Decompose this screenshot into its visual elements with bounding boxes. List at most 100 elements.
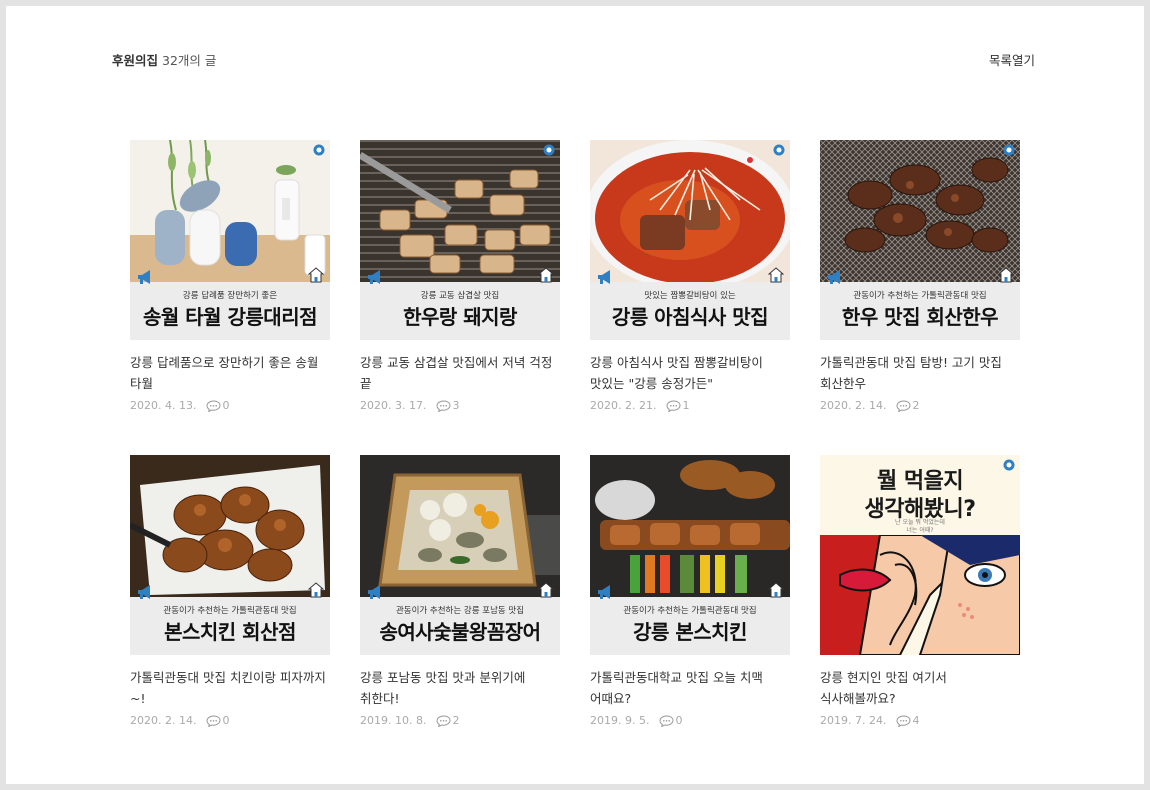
school-icon bbox=[768, 582, 784, 598]
megaphone-icon bbox=[138, 270, 150, 284]
comment-icon bbox=[206, 714, 221, 727]
banner-title: 송여사숯불왕꼼장어 bbox=[379, 620, 541, 644]
post-meta: 2019. 9. 5. 0 bbox=[590, 714, 790, 727]
comment-icon bbox=[436, 399, 451, 412]
school-icon bbox=[308, 267, 324, 283]
post-meta: 2020. 2. 21. 1 bbox=[590, 399, 790, 412]
poster-caption: 난 오늘 뭐 먹었는데 너는 어때? bbox=[820, 519, 1020, 535]
badge-icon bbox=[1003, 459, 1015, 471]
spicy-soup-photo bbox=[590, 140, 790, 282]
comment-count[interactable]: 2 bbox=[436, 714, 459, 727]
post-meta: 2020. 4. 13. 0 bbox=[130, 399, 330, 412]
pop-art-face-illustration bbox=[820, 535, 1020, 655]
comment-icon bbox=[896, 714, 911, 727]
megaphone-icon bbox=[598, 270, 610, 284]
post-title[interactable]: 강릉 현지인 맛집 여기서 식사해볼까요? bbox=[820, 667, 1020, 709]
post-date: 2020. 2. 14. bbox=[130, 714, 197, 727]
banner-title: 한우랑 돼지랑 bbox=[403, 305, 517, 329]
poster-caption-line-2: 너는 어때? bbox=[906, 527, 934, 534]
banner-subtitle: 맛있는 짬뽕갈비탕이 있는 bbox=[644, 291, 736, 301]
comment-count[interactable]: 1 bbox=[666, 399, 689, 412]
comment-icon bbox=[659, 714, 674, 727]
comment-count[interactable]: 2 bbox=[896, 399, 919, 412]
post-thumbnail[interactable]: 관동이가 추천하는 가톨릭관동대 맛집 강릉 본스치킨 bbox=[590, 455, 790, 655]
banner-subtitle: 관동이가 추천하는 강릉 포남동 맛집 bbox=[395, 606, 525, 616]
post-thumbnail[interactable]: 관동이가 추천하는 가톨릭관동대 맛집 한우 맛집 회산한우 bbox=[820, 140, 1020, 340]
post-card: 맛있는 짬뽕갈비탕이 있는 강릉 아침식사 맛집 강릉 아침식사 맛집 짬뽕갈비… bbox=[590, 140, 790, 412]
banner-subtitle: 강릉 답례품 장만하기 좋은 bbox=[182, 291, 278, 301]
school-icon bbox=[538, 582, 554, 598]
category-header: 후원의집 32개의 글 bbox=[112, 50, 216, 69]
banner-title: 강릉 아침식사 맛집 bbox=[611, 305, 769, 329]
badge-icon bbox=[773, 144, 785, 156]
comment-count[interactable]: 4 bbox=[896, 714, 919, 727]
post-meta: 2020. 2. 14. 0 bbox=[130, 714, 330, 727]
poster-caption-line-1: 난 오늘 뭐 먹었는데 bbox=[895, 519, 945, 526]
school-icon bbox=[538, 267, 554, 283]
list-toggle-button[interactable]: 목록열기 bbox=[989, 50, 1035, 69]
comment-count-value: 4 bbox=[912, 714, 920, 727]
comment-count[interactable]: 0 bbox=[659, 714, 682, 727]
post-card: 관동이가 추천하는 가톨릭관동대 맛집 한우 맛집 회산한우 가톨릭관동대 맛집… bbox=[820, 140, 1020, 412]
comment-count[interactable]: 0 bbox=[206, 714, 229, 727]
post-card: 뭘 먹을지 생각해봤니? 난 오늘 뭐 먹었는데 너는 어때? 강릉 현지인 맛… bbox=[820, 455, 1020, 727]
badge-icon bbox=[543, 144, 555, 156]
post-date: 2020. 2. 21. bbox=[590, 399, 657, 412]
post-card: 강릉 답례품 장만하기 좋은 송월 타월 강릉대리점 강릉 답례품으로 장만하기… bbox=[130, 140, 330, 412]
towels-photo bbox=[130, 140, 330, 282]
chicken-platter-photo bbox=[590, 455, 790, 597]
comment-count-value: 0 bbox=[222, 714, 230, 727]
post-card: 관동이가 추천하는 강릉 포남동 맛집 송여사숯불왕꼼장어 강릉 포남동 맛집 … bbox=[360, 455, 560, 727]
grilled-pork-photo bbox=[360, 140, 560, 282]
post-title[interactable]: 강릉 답례품으로 장만하기 좋은 송월 타월 bbox=[130, 352, 330, 394]
comment-count-value: 2 bbox=[452, 714, 460, 727]
post-date: 2020. 4. 13. bbox=[130, 399, 197, 412]
post-meta: 2019. 7. 24. 4 bbox=[820, 714, 1020, 727]
comment-count-value: 0 bbox=[675, 714, 683, 727]
post-title[interactable]: 가톨릭관동대학교 맛집 오늘 치맥 어때요? bbox=[590, 667, 790, 709]
post-meta: 2020. 3. 17. 3 bbox=[360, 399, 560, 412]
post-thumbnail[interactable]: 맛있는 짬뽕갈비탕이 있는 강릉 아침식사 맛집 bbox=[590, 140, 790, 340]
post-thumbnail[interactable]: 관동이가 추천하는 가톨릭관동대 맛집 본스치킨 회산점 bbox=[130, 455, 330, 655]
post-thumbnail[interactable]: 뭘 먹을지 생각해봤니? 난 오늘 뭐 먹었는데 너는 어때? bbox=[820, 455, 1020, 655]
comment-icon bbox=[436, 714, 451, 727]
banner-subtitle: 관동이가 추천하는 가톨릭관동대 맛집 bbox=[163, 606, 297, 616]
post-date: 2019. 10. 8. bbox=[360, 714, 427, 727]
post-date: 2019. 9. 5. bbox=[590, 714, 650, 727]
comment-count-value: 0 bbox=[222, 399, 230, 412]
school-icon bbox=[998, 267, 1014, 283]
badge-icon bbox=[1003, 144, 1015, 156]
post-title[interactable]: 가톨릭관동대 맛집 치킨이랑 피자까지~! bbox=[130, 667, 330, 709]
post-card: 관동이가 추천하는 가톨릭관동대 맛집 강릉 본스치킨 가톨릭관동대학교 맛집 … bbox=[590, 455, 790, 727]
post-card: 관동이가 추천하는 가톨릭관동대 맛집 본스치킨 회산점 가톨릭관동대 맛집 치… bbox=[130, 455, 330, 727]
banner-title: 강릉 본스치킨 bbox=[633, 620, 747, 644]
post-title[interactable]: 강릉 포남동 맛집 맛과 분위기에 취한다! bbox=[360, 667, 560, 709]
megaphone-icon bbox=[598, 585, 610, 599]
megaphone-icon bbox=[138, 585, 150, 599]
post-title[interactable]: 강릉 교동 삼겹살 맛집에서 저녁 걱정 끝 bbox=[360, 352, 560, 394]
comment-count-value: 1 bbox=[682, 399, 690, 412]
comment-count[interactable]: 3 bbox=[436, 399, 459, 412]
post-meta: 2019. 10. 8. 2 bbox=[360, 714, 560, 727]
post-thumbnail[interactable]: 강릉 답례품 장만하기 좋은 송월 타월 강릉대리점 bbox=[130, 140, 330, 340]
comment-count-value: 2 bbox=[912, 399, 920, 412]
post-thumbnail[interactable]: 강릉 교동 삼겹살 맛집 한우랑 돼지랑 bbox=[360, 140, 560, 340]
post-card: 강릉 교동 삼겹살 맛집 한우랑 돼지랑 강릉 교동 삼겹살 맛집에서 저녁 걱… bbox=[360, 140, 560, 412]
comment-icon bbox=[206, 399, 221, 412]
post-title[interactable]: 강릉 아침식사 맛집 짬뽕갈비탕이 맛있는 "강릉 송정가든" bbox=[590, 352, 790, 394]
post-title[interactable]: 가톨릭관동대 맛집 탐방! 고기 맛집 회산한우 bbox=[820, 352, 1020, 394]
badge-icon bbox=[313, 144, 325, 156]
post-thumbnail[interactable]: 관동이가 추천하는 강릉 포남동 맛집 송여사숯불왕꼼장어 bbox=[360, 455, 560, 655]
category-name[interactable]: 후원의집 bbox=[112, 53, 158, 68]
banner-title: 한우 맛집 회산한우 bbox=[841, 305, 999, 329]
megaphone-icon bbox=[368, 270, 380, 284]
post-date: 2020. 2. 14. bbox=[820, 399, 887, 412]
banner-subtitle: 관동이가 추천하는 가톨릭관동대 맛집 bbox=[853, 291, 987, 301]
post-meta: 2020. 2. 14. 2 bbox=[820, 399, 1020, 412]
banner-subtitle: 관동이가 추천하는 가톨릭관동대 맛집 bbox=[623, 606, 757, 616]
school-icon bbox=[308, 582, 324, 598]
post-date: 2020. 3. 17. bbox=[360, 399, 427, 412]
comment-count[interactable]: 0 bbox=[206, 399, 229, 412]
banner-title: 본스치킨 회산점 bbox=[164, 620, 296, 644]
megaphone-icon bbox=[828, 270, 840, 284]
